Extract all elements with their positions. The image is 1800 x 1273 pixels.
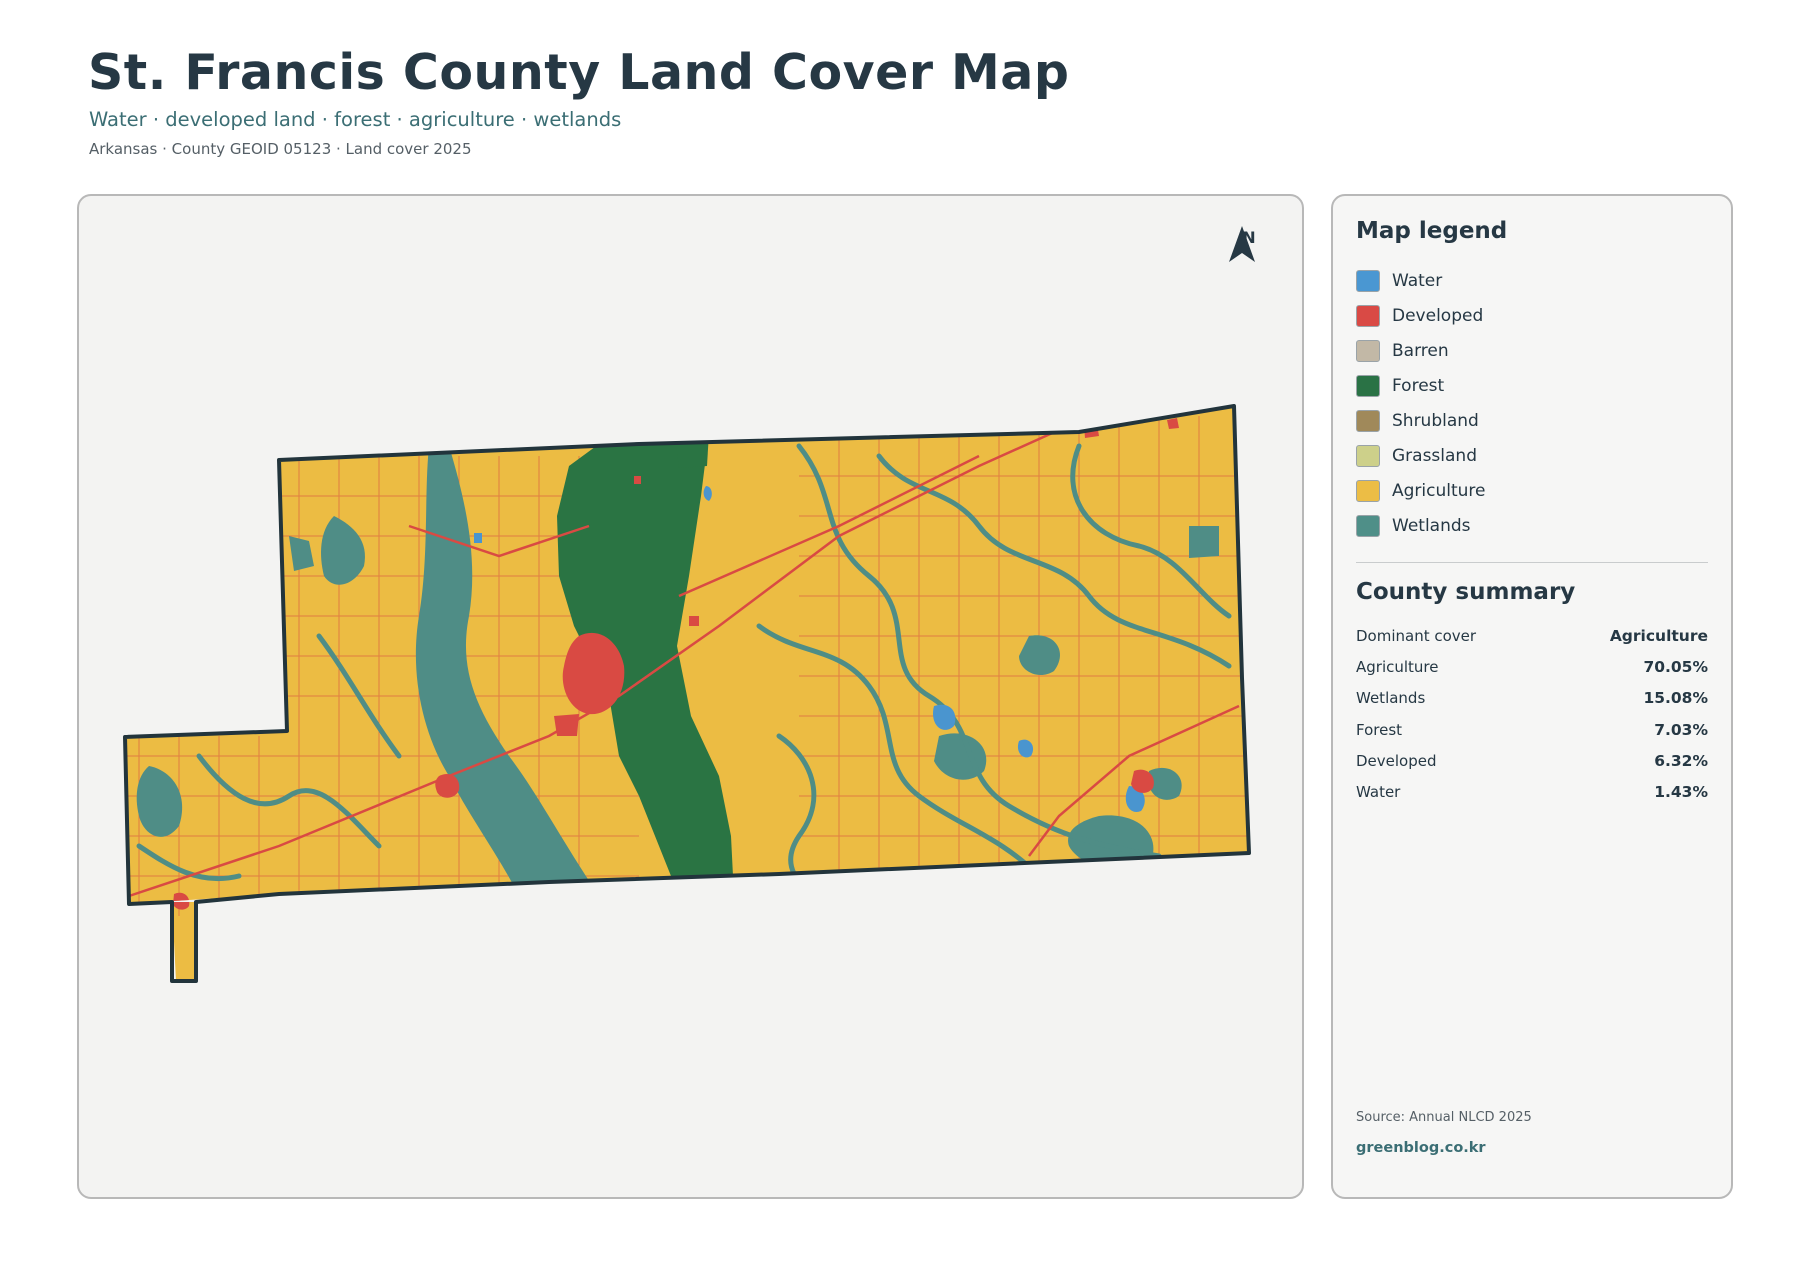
summary-label: Wetlands xyxy=(1356,689,1426,708)
summary-label: Forest xyxy=(1356,720,1403,739)
legend-label: Developed xyxy=(1392,305,1484,326)
legend-swatch xyxy=(1356,444,1380,467)
legend-item: Forest xyxy=(1356,368,1486,403)
summary-row: Developed 6.32% xyxy=(1356,745,1708,776)
legend-swatch xyxy=(1356,514,1380,537)
forest-patch xyxy=(674,432,709,468)
legend-title: Map legend xyxy=(1356,218,1508,244)
legend-swatch xyxy=(1356,269,1380,292)
legend-item: Wetlands xyxy=(1356,508,1486,543)
legend-swatch xyxy=(1356,409,1380,432)
legend-label: Water xyxy=(1392,270,1443,291)
summary-row: Agriculture 70.05% xyxy=(1356,651,1708,682)
legend-list: Water Developed Barren Forest Shrubland … xyxy=(1356,263,1486,543)
legend-item: Shrubland xyxy=(1356,403,1486,438)
source-note: Source: Annual NLCD 2025 xyxy=(1356,1110,1532,1125)
legend-label: Shrubland xyxy=(1392,410,1479,431)
land-cover-fill xyxy=(125,406,1249,981)
page-meta: Arkansas · County GEOID 05123 · Land cov… xyxy=(89,140,472,158)
summary-row: Dominant cover Agriculture xyxy=(1356,620,1708,651)
summary-value: 7.03% xyxy=(1654,720,1708,739)
page-title: St. Francis County Land Cover Map xyxy=(88,44,1070,101)
legend-item: Developed xyxy=(1356,298,1486,333)
legend-label: Forest xyxy=(1392,375,1445,396)
legend-label: Wetlands xyxy=(1392,515,1471,536)
panel-divider xyxy=(1356,562,1708,563)
legend-item: Barren xyxy=(1356,333,1486,368)
legend-swatch xyxy=(1356,339,1380,362)
summary-label: Water xyxy=(1356,783,1401,802)
summary-value: 6.32% xyxy=(1654,751,1708,770)
legend-label: Barren xyxy=(1392,340,1449,361)
north-arrow-icon xyxy=(1229,226,1255,262)
legend-label: Grassland xyxy=(1392,445,1477,466)
summary-label: Dominant cover xyxy=(1356,626,1477,645)
summary-row: Wetlands 15.08% xyxy=(1356,683,1708,714)
summary-table: Dominant cover Agriculture Agriculture 7… xyxy=(1356,620,1708,808)
legend-swatch xyxy=(1356,374,1380,397)
summary-title: County summary xyxy=(1356,579,1576,605)
brand-link[interactable]: greenblog.co.kr xyxy=(1356,1140,1486,1156)
page-subtitle: Water · developed land · forest · agricu… xyxy=(89,108,622,131)
summary-row: Water 1.43% xyxy=(1356,776,1708,807)
legend-swatch xyxy=(1356,304,1380,327)
legend-item: Agriculture xyxy=(1356,473,1486,508)
legend-item: Grassland xyxy=(1356,438,1486,473)
summary-value: 70.05% xyxy=(1643,657,1708,676)
summary-value: Agriculture xyxy=(1609,626,1708,645)
summary-row: Forest 7.03% xyxy=(1356,714,1708,745)
summary-label: Developed xyxy=(1356,751,1437,770)
side-panel: Map legend Water Developed Barren Forest… xyxy=(1331,194,1733,1199)
map-panel[interactable]: N xyxy=(77,194,1304,1199)
north-arrow: N xyxy=(1229,226,1269,262)
summary-value: 1.43% xyxy=(1654,783,1708,802)
summary-value: 15.08% xyxy=(1643,689,1708,708)
legend-label: Agriculture xyxy=(1392,480,1486,501)
land-cover-map[interactable] xyxy=(79,196,1302,1197)
legend-item: Water xyxy=(1356,263,1486,298)
legend-swatch xyxy=(1356,479,1380,502)
summary-label: Agriculture xyxy=(1356,657,1439,676)
